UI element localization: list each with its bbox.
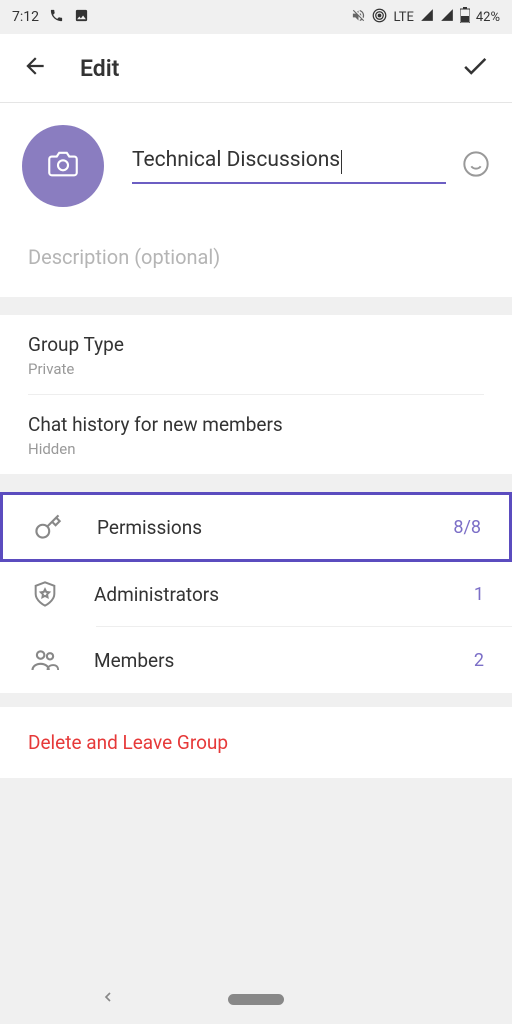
hotspot-icon	[372, 8, 387, 27]
emoji-button[interactable]	[462, 150, 490, 182]
signal-icon	[420, 8, 434, 26]
chat-history-value: Hidden	[28, 440, 484, 458]
description-input[interactable]: Description (optional)	[0, 225, 512, 297]
network-type: LTE	[393, 10, 413, 25]
permissions-label: Permissions	[97, 516, 423, 539]
permissions-row[interactable]: Permissions 8/8	[0, 492, 512, 562]
members-row[interactable]: Members 2	[0, 627, 512, 693]
section-gap	[0, 474, 512, 492]
description-placeholder: Description (optional)	[28, 245, 220, 269]
group-name-input[interactable]: Technical Discussions	[132, 148, 446, 184]
members-value: 2	[474, 650, 484, 671]
group-type-value: Private	[28, 360, 484, 378]
nav-back-button[interactable]	[100, 989, 116, 1009]
group-header-section: Technical Discussions	[0, 103, 512, 225]
status-time: 7:12	[12, 9, 39, 25]
status-bar: 7:12 LTE 42%	[0, 0, 512, 34]
phone-icon	[49, 8, 64, 27]
administrators-row[interactable]: Administrators 1	[0, 562, 512, 626]
group-type-label: Group Type	[28, 333, 484, 356]
administrators-value: 1	[474, 584, 484, 605]
group-avatar-button[interactable]	[22, 125, 104, 207]
text-cursor	[341, 150, 342, 174]
section-gap	[0, 297, 512, 315]
key-icon	[29, 513, 67, 541]
group-name-text: Technical Discussions	[132, 148, 340, 172]
back-button[interactable]	[22, 53, 48, 83]
section-gap	[0, 693, 512, 707]
mute-icon	[351, 8, 366, 27]
image-icon	[74, 8, 89, 27]
group-type-row[interactable]: Group Type Private	[0, 315, 512, 394]
page-title: Edit	[80, 55, 428, 82]
signal-icon-2	[440, 8, 454, 26]
shield-star-icon	[26, 580, 64, 608]
chat-history-label: Chat history for new members	[28, 413, 484, 436]
members-label: Members	[94, 649, 444, 672]
camera-icon	[48, 149, 78, 183]
system-nav-bar	[0, 974, 512, 1024]
nav-home-pill[interactable]	[228, 994, 284, 1005]
people-icon	[26, 645, 64, 675]
app-header: Edit	[0, 34, 512, 102]
delete-leave-button[interactable]: Delete and Leave Group	[0, 707, 512, 778]
chat-history-row[interactable]: Chat history for new members Hidden	[0, 395, 512, 474]
permissions-value: 8/8	[453, 517, 481, 538]
administrators-label: Administrators	[94, 583, 444, 606]
battery-icon	[460, 7, 470, 27]
confirm-button[interactable]	[460, 51, 490, 85]
delete-leave-label: Delete and Leave Group	[28, 731, 228, 754]
battery-percent: 42%	[476, 10, 500, 25]
